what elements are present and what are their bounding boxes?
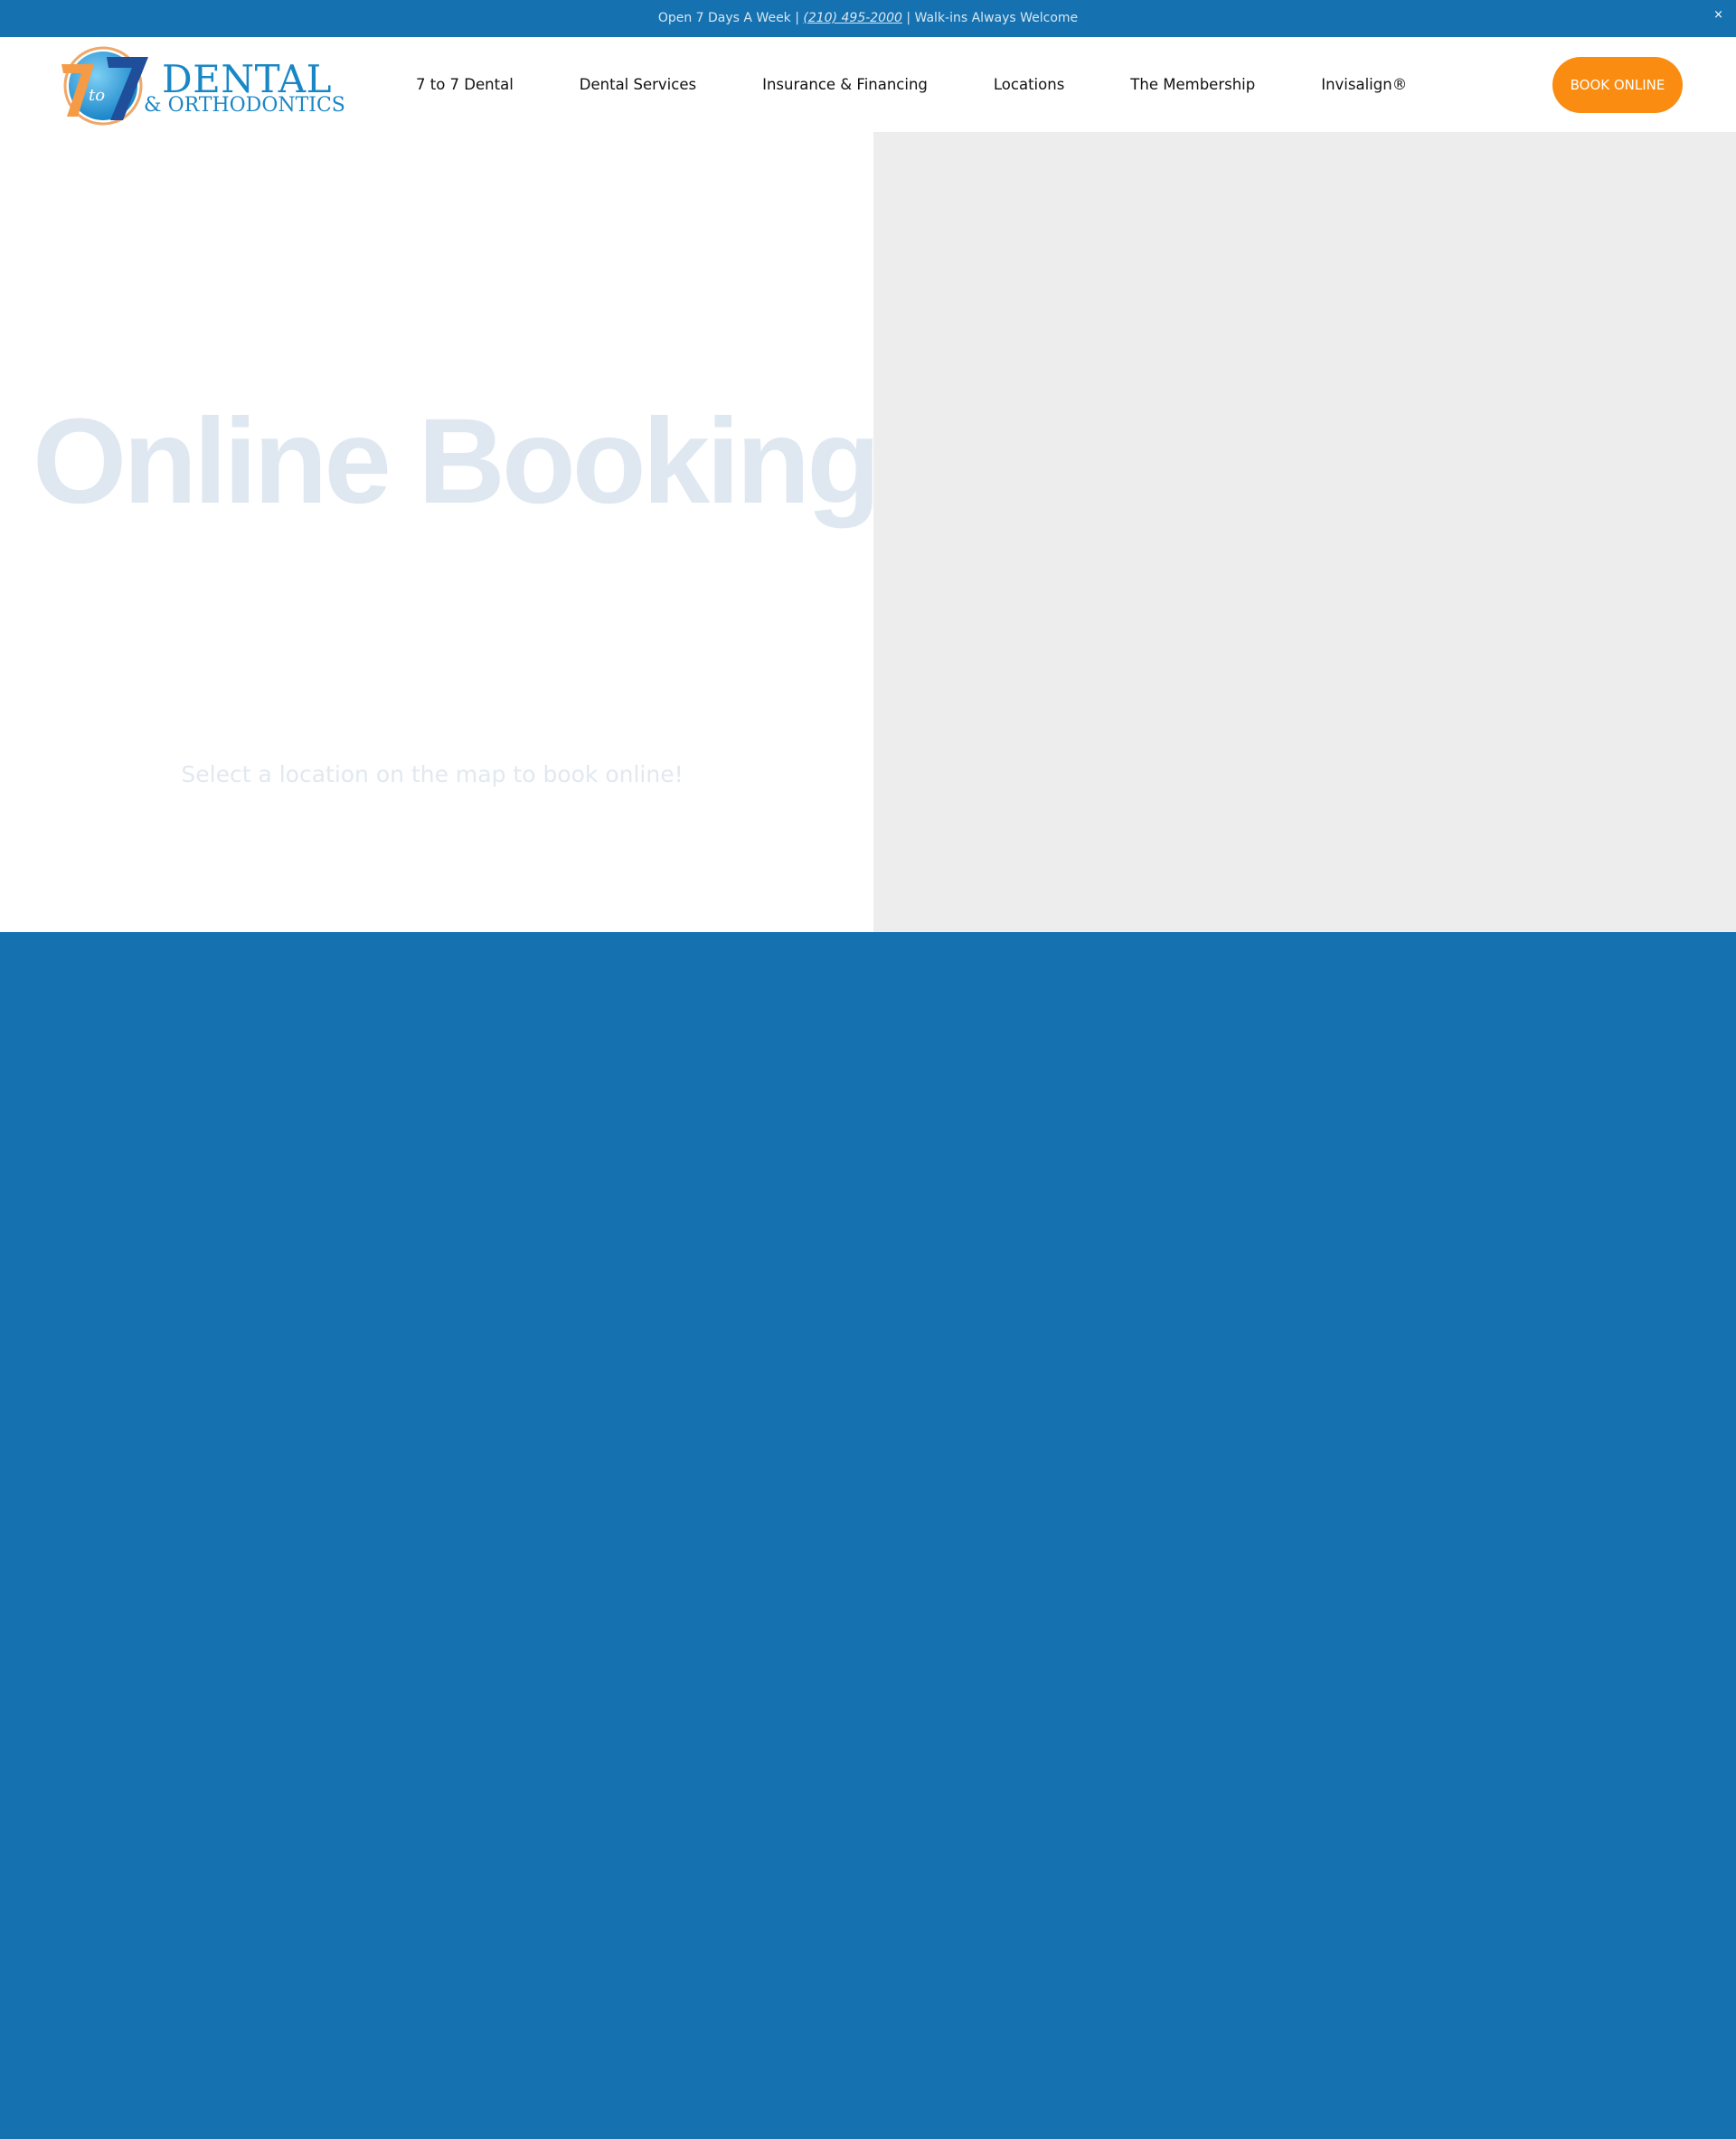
hero-subtitle: Select a location on the map to book onl… (181, 761, 684, 787)
announcement-text-after: | Walk-ins Always Welcome (901, 11, 1079, 25)
logo[interactable]: to DENTAL & ORTHODONTICS (56, 44, 345, 126)
close-icon[interactable]: × (1713, 0, 1723, 37)
phone-link[interactable]: (210) 495-2000 (803, 11, 902, 25)
nav-item-7-to-7-dental[interactable]: 7 to 7 Dental (416, 76, 514, 93)
locations-map[interactable] (873, 132, 1736, 932)
nav-item-insurance-financing[interactable]: Insurance & Financing (762, 76, 928, 93)
nav-item-membership[interactable]: The Membership (1130, 76, 1255, 93)
announcement-text-before: Open 7 Days A Week | (657, 11, 804, 25)
announcement-bar: Open 7 Days A Week | (210) 495-2000 | Wa… (0, 0, 1736, 37)
nav-item-dental-services[interactable]: Dental Services (580, 76, 696, 93)
nav-item-locations[interactable]: Locations (994, 76, 1064, 93)
main-nav: 7 to 7 Dental Dental Services Insurance … (416, 37, 1473, 132)
footer-section (0, 932, 1736, 2139)
svg-text:to: to (89, 86, 105, 105)
site-header: to DENTAL & ORTHODONTICS 7 to 7 Dental D… (0, 37, 1736, 132)
hero-section: Online Booking Select a location on the … (0, 132, 881, 932)
book-online-button[interactable]: BOOK ONLINE (1552, 57, 1683, 113)
nav-item-invisalign[interactable]: Invisalign® (1321, 76, 1407, 93)
7-to-7-logo-icon: to (61, 46, 148, 126)
page-title: Online Booking (33, 394, 881, 529)
logo-subtitle: & ORTHODONTICS (144, 94, 345, 117)
